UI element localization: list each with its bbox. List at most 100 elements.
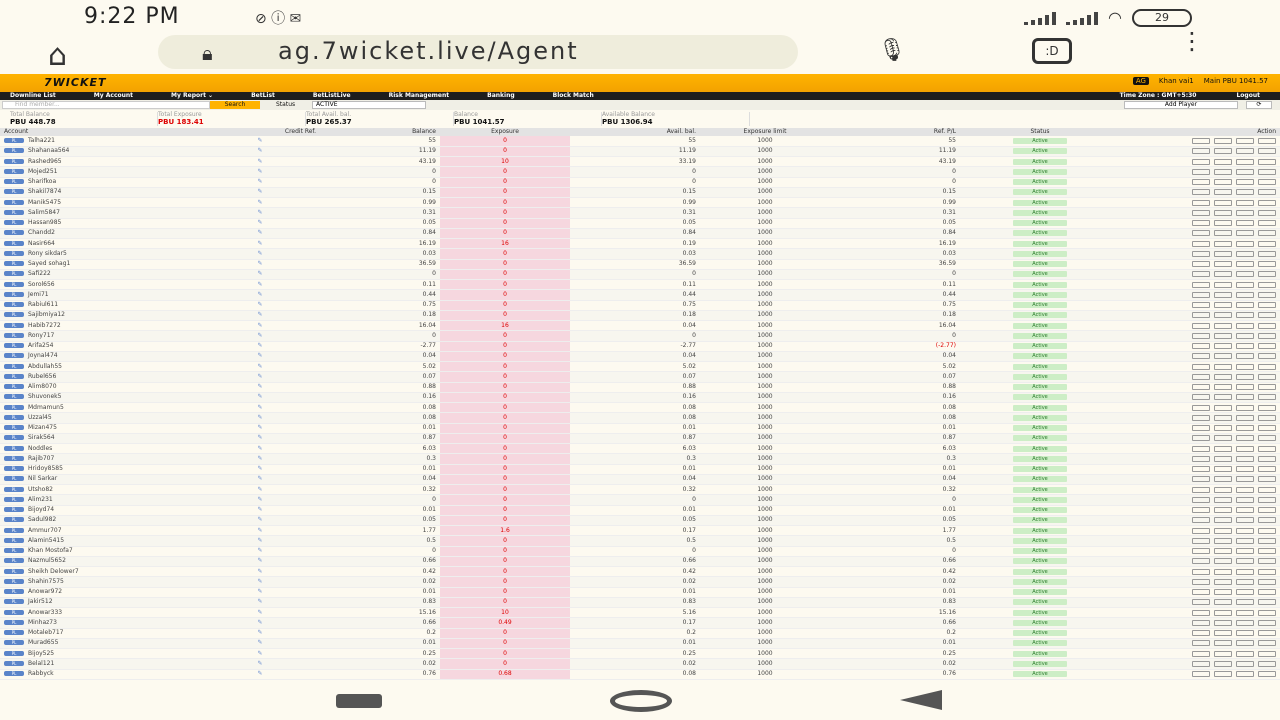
history-icon[interactable]	[1258, 558, 1276, 565]
col-exposure-limit[interactable]: Exposure limit	[700, 128, 830, 136]
credit-ref-cell[interactable]: ✎	[200, 669, 320, 680]
deposit-withdraw-icon[interactable]	[1192, 168, 1210, 175]
profile-icon[interactable]	[1236, 578, 1254, 585]
add-player-button[interactable]: Add Player	[1124, 101, 1238, 109]
history-icon[interactable]	[1258, 343, 1276, 350]
deposit-withdraw-icon[interactable]	[1192, 322, 1210, 329]
deposit-withdraw-icon[interactable]	[1192, 425, 1210, 432]
settings-icon[interactable]	[1214, 291, 1232, 298]
account-name[interactable]: Anowar333	[28, 609, 62, 616]
credit-ref-cell[interactable]: ✎	[200, 228, 320, 240]
profile-icon[interactable]	[1236, 179, 1254, 186]
col-balance[interactable]: Balance	[320, 128, 440, 136]
account-cell[interactable]: PL Hridoy8585	[0, 464, 200, 475]
profile-icon[interactable]	[1236, 609, 1254, 616]
settings-icon[interactable]	[1214, 455, 1232, 462]
credit-ref-cell[interactable]: ✎	[200, 443, 320, 455]
history-icon[interactable]	[1258, 548, 1276, 555]
account-cell[interactable]: PL Bijoy525	[0, 648, 200, 660]
history-icon[interactable]	[1258, 250, 1276, 257]
profile-icon[interactable]	[1236, 220, 1254, 227]
history-icon[interactable]	[1258, 517, 1276, 524]
credit-ref-cell[interactable]: ✎	[200, 289, 320, 301]
settings-icon[interactable]	[1214, 261, 1232, 268]
credit-ref-cell[interactable]: ✎	[200, 371, 320, 383]
account-cell[interactable]: PL Noddles	[0, 443, 200, 455]
deposit-withdraw-icon[interactable]	[1192, 179, 1210, 186]
edit-icon[interactable]: ✎	[257, 475, 262, 482]
edit-icon[interactable]: ✎	[257, 219, 262, 226]
deposit-withdraw-icon[interactable]	[1192, 302, 1210, 309]
credit-ref-cell[interactable]: ✎	[200, 218, 320, 229]
account-name[interactable]: Rony sikdar5	[28, 250, 67, 257]
history-icon[interactable]	[1258, 496, 1276, 503]
profile-icon[interactable]	[1236, 630, 1254, 637]
profile-icon[interactable]	[1236, 640, 1254, 647]
history-icon[interactable]	[1258, 527, 1276, 534]
profile-icon[interactable]	[1236, 548, 1254, 555]
deposit-withdraw-icon[interactable]	[1192, 548, 1210, 555]
credit-ref-cell[interactable]: ✎	[200, 638, 320, 650]
settings-icon[interactable]	[1214, 425, 1232, 432]
account-cell[interactable]: PL Shuvonek5	[0, 392, 200, 404]
deposit-withdraw-icon[interactable]	[1192, 240, 1210, 247]
account-name[interactable]: Anowar972	[28, 588, 62, 595]
credit-ref-cell[interactable]: ✎	[200, 423, 320, 434]
account-name[interactable]: Nazmul5652	[28, 557, 66, 564]
history-icon[interactable]	[1258, 168, 1276, 175]
account-name[interactable]: Utsho82	[28, 486, 53, 493]
account-cell[interactable]: PL Shahanaa564	[0, 146, 200, 158]
search-input[interactable]: Find member...	[2, 101, 210, 109]
account-name[interactable]: Bijoyd74	[28, 506, 54, 513]
deposit-withdraw-icon[interactable]	[1192, 384, 1210, 391]
deposit-withdraw-icon[interactable]	[1192, 650, 1210, 657]
edit-icon[interactable]: ✎	[257, 424, 262, 431]
deposit-withdraw-icon[interactable]	[1192, 404, 1210, 411]
credit-ref-cell[interactable]: ✎	[200, 402, 320, 414]
edit-icon[interactable]: ✎	[257, 393, 262, 400]
account-cell[interactable]: PL Alamin5415	[0, 535, 200, 547]
credit-ref-cell[interactable]: ✎	[200, 197, 320, 209]
history-icon[interactable]	[1258, 507, 1276, 514]
settings-icon[interactable]	[1214, 137, 1232, 144]
account-name[interactable]: Talha221	[28, 137, 55, 144]
settings-icon[interactable]	[1214, 599, 1232, 606]
account-cell[interactable]: PL Sheikh Delower7	[0, 566, 200, 578]
account-name[interactable]: Rajib707	[28, 455, 54, 462]
profile-icon[interactable]	[1236, 455, 1254, 462]
profile-icon[interactable]	[1236, 209, 1254, 216]
edit-icon[interactable]: ✎	[257, 301, 262, 308]
account-name[interactable]: Bijoy525	[28, 650, 54, 657]
history-icon[interactable]	[1258, 466, 1276, 473]
account-name[interactable]: Sayed sohag1	[28, 260, 70, 267]
credit-ref-cell[interactable]: ✎	[200, 300, 320, 311]
profile-icon[interactable]	[1236, 476, 1254, 483]
settings-icon[interactable]	[1214, 466, 1232, 473]
deposit-withdraw-icon[interactable]	[1192, 537, 1210, 544]
account-name[interactable]: Rabiul611	[28, 301, 58, 308]
deposit-withdraw-icon[interactable]	[1192, 189, 1210, 196]
profile-icon[interactable]	[1236, 558, 1254, 565]
account-name[interactable]: Sadul982	[28, 516, 56, 523]
history-icon[interactable]	[1258, 435, 1276, 442]
history-icon[interactable]	[1258, 650, 1276, 657]
profile-icon[interactable]	[1236, 281, 1254, 288]
deposit-withdraw-icon[interactable]	[1192, 271, 1210, 278]
settings-icon[interactable]	[1214, 527, 1232, 534]
settings-icon[interactable]	[1214, 558, 1232, 565]
credit-ref-cell[interactable]: ✎	[200, 587, 320, 598]
deposit-withdraw-icon[interactable]	[1192, 568, 1210, 575]
edit-icon[interactable]: ✎	[257, 670, 262, 677]
profile-icon[interactable]	[1236, 568, 1254, 575]
credit-ref-cell[interactable]: ✎	[200, 207, 320, 219]
settings-icon[interactable]	[1214, 179, 1232, 186]
settings-icon[interactable]	[1214, 322, 1232, 329]
col-exposure[interactable]: Exposure	[440, 128, 570, 136]
settings-icon[interactable]	[1214, 537, 1232, 544]
edit-icon[interactable]: ✎	[257, 486, 262, 493]
col-account[interactable]: Account	[0, 128, 200, 136]
credit-ref-cell[interactable]: ✎	[200, 341, 320, 352]
edit-icon[interactable]: ✎	[257, 281, 262, 288]
account-cell[interactable]: PL Habib7272	[0, 320, 200, 332]
deposit-withdraw-icon[interactable]	[1192, 199, 1210, 206]
